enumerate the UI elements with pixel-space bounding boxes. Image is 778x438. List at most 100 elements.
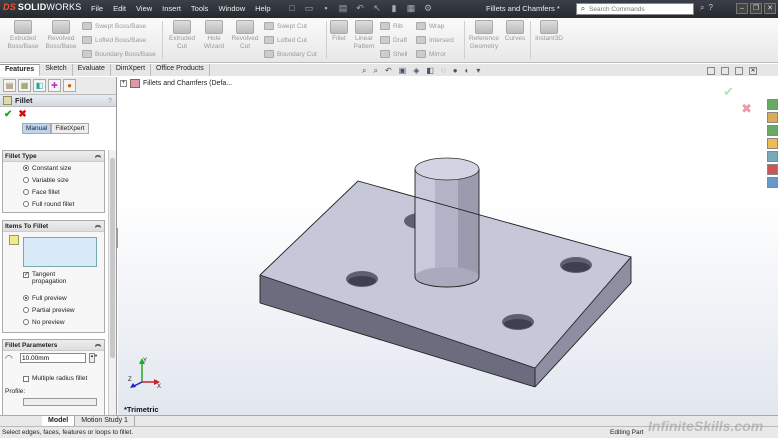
help-search-icon[interactable]: ⌕ — [700, 3, 704, 13]
items-selection-box[interactable] — [23, 237, 97, 267]
tab-dimxpert[interactable]: DimXpert — [111, 64, 152, 76]
model-3d[interactable] — [118, 77, 778, 415]
panel-scrollbar[interactable] — [108, 150, 116, 415]
radio-full-preview[interactable]: Full preview — [3, 292, 104, 304]
new-icon[interactable]: □ — [286, 3, 298, 14]
instant3d-button[interactable]: Instant3D — [532, 20, 566, 43]
display-manager-icon[interactable]: ● — [63, 79, 76, 92]
help-question-icon[interactable]: ? — [708, 3, 712, 13]
rib-button[interactable]: Rib — [380, 22, 403, 30]
collapse-icon[interactable]: ︽ — [94, 341, 102, 349]
design-library-icon[interactable] — [767, 112, 778, 123]
tab-evaluate[interactable]: Evaluate — [73, 64, 111, 76]
viewport-tile-icon[interactable] — [707, 67, 715, 75]
fillet-parameters-header[interactable]: Fillet Parameters ︽ — [3, 340, 104, 351]
file-properties-icon[interactable]: ▦ — [405, 3, 417, 14]
cancel-x-icon[interactable]: ✖ — [18, 109, 26, 120]
zoom-area-icon[interactable]: ⌕ — [373, 66, 377, 76]
collapse-icon[interactable]: ︽ — [94, 222, 102, 230]
menu-view[interactable]: View — [131, 3, 157, 14]
radio-full-round-fillet[interactable]: Full round fillet — [3, 198, 104, 210]
help-icon[interactable]: ? — [108, 96, 112, 105]
tab-motion-study[interactable]: Motion Study 1 — [75, 416, 135, 426]
tab-manual[interactable]: Manual — [22, 122, 52, 134]
tab-sketch[interactable]: Sketch — [40, 64, 73, 76]
undo-icon[interactable]: ↶ — [354, 3, 366, 14]
reference-geometry-button[interactable]: Reference Geometry — [467, 20, 501, 50]
feature-manager-icon[interactable]: ▤ — [3, 79, 16, 92]
search-commands[interactable]: ⌕ — [576, 3, 694, 15]
mirror-button[interactable]: Mirror — [416, 50, 446, 58]
hide-show-icon[interactable]: ◌ — [441, 66, 446, 76]
zoom-to-fit-icon[interactable]: ⌕ — [362, 66, 366, 76]
revolved-boss-button[interactable]: Revolved Boss/Base — [42, 20, 80, 50]
shell-button[interactable]: Shell — [380, 50, 407, 58]
dimxpert-manager-icon[interactable]: ✚ — [48, 79, 61, 92]
minimize-icon[interactable]: – — [736, 3, 748, 14]
menu-edit[interactable]: Edit — [108, 3, 131, 14]
radio-no-preview[interactable]: No preview — [3, 316, 104, 328]
edit-appearance-icon[interactable]: ● — [453, 66, 458, 76]
feature-tree-root[interactable]: + Fillets and Chamfers (Defa... — [120, 79, 232, 88]
multiple-radius-checkbox[interactable]: Multiple radius fillet — [3, 375, 104, 382]
file-explorer-icon[interactable] — [767, 125, 778, 136]
revolved-cut-button[interactable]: Revolved Cut — [229, 20, 261, 50]
viewport-close-icon[interactable]: ✕ — [749, 67, 757, 75]
select-icon[interactable]: ↖ — [371, 3, 383, 14]
menu-file[interactable]: File — [86, 3, 108, 14]
expand-icon[interactable]: + — [120, 80, 127, 87]
search-input[interactable] — [589, 5, 679, 13]
intersect-button[interactable]: Intersect — [416, 36, 454, 44]
profile-dropdown[interactable] — [23, 398, 97, 406]
previous-view-icon[interactable]: ↶ — [385, 66, 392, 76]
boundary-cut-button[interactable]: Boundary Cut — [264, 50, 317, 58]
swept-boss-button[interactable]: Swept Boss/Base — [82, 22, 146, 30]
radius-input[interactable] — [20, 353, 86, 363]
draft-button[interactable]: Draft — [380, 36, 407, 44]
view-palette-icon[interactable] — [767, 151, 778, 162]
lofted-cut-button[interactable]: Lofted Cut — [264, 36, 307, 44]
options-icon[interactable]: ⚙ — [422, 3, 434, 14]
items-to-fillet-header[interactable]: Items To Fillet ︽ — [3, 221, 104, 232]
graphics-area[interactable]: + Fillets and Chamfers (Defa... ✔ ✖ Y X … — [118, 77, 778, 415]
view-settings-icon[interactable]: ▾ — [476, 66, 480, 76]
menu-tools[interactable]: Tools — [186, 3, 214, 14]
radio-partial-preview[interactable]: Partial preview — [3, 304, 104, 316]
radio-constant-size[interactable]: Constant size — [3, 162, 104, 174]
extruded-boss-button[interactable]: Extruded Boss/Base — [4, 20, 42, 50]
ok-check-icon[interactable]: ✔ — [4, 109, 12, 120]
menu-help[interactable]: Help — [250, 3, 275, 14]
folder-icon[interactable] — [767, 138, 778, 149]
cylinder-top[interactable] — [414, 157, 480, 181]
linear-pattern-button[interactable]: Linear Pattern — [350, 20, 378, 50]
radio-face-fillet[interactable]: Face fillet — [3, 186, 104, 198]
extruded-cut-button[interactable]: Extruded Cut — [165, 20, 199, 50]
open-icon[interactable]: ▭ — [303, 3, 315, 14]
radio-variable-size[interactable]: Variable size — [3, 174, 104, 186]
display-style-icon[interactable]: ◧ — [426, 66, 434, 76]
menu-insert[interactable]: Insert — [157, 3, 186, 14]
wrap-button[interactable]: Wrap — [416, 22, 444, 30]
print-icon[interactable]: ▤ — [337, 3, 349, 14]
tab-filletxpert[interactable]: FilletXpert — [51, 122, 89, 134]
close-icon[interactable]: ✕ — [764, 3, 776, 14]
tab-features[interactable]: Features — [0, 64, 41, 76]
hole-wizard-button[interactable]: Hole Wizard — [199, 20, 229, 50]
viewport-restore-icon[interactable] — [735, 67, 743, 75]
viewport-minimize-icon[interactable] — [721, 67, 729, 75]
apply-scene-icon[interactable]: ◐ — [465, 66, 470, 76]
rebuild-icon[interactable]: ▮ — [388, 3, 400, 14]
configuration-manager-icon[interactable]: ◧ — [33, 79, 46, 92]
boundary-boss-button[interactable]: Boundary Boss/Base — [82, 50, 156, 58]
appearances-icon[interactable] — [767, 164, 778, 175]
confirm-cancel-icon[interactable]: ✖ — [741, 101, 752, 117]
view-orientation-icon[interactable]: ◈ — [413, 66, 419, 76]
curves-button[interactable]: Curves — [503, 20, 527, 43]
swept-cut-button[interactable]: Swept Cut — [264, 22, 307, 30]
menu-window[interactable]: Window — [213, 3, 250, 14]
radius-spinner[interactable]: ▲▼ — [89, 353, 98, 363]
section-view-icon[interactable]: ▣ — [399, 66, 407, 76]
tab-office-products[interactable]: Office Products — [151, 64, 210, 76]
restore-icon[interactable]: ❐ — [750, 3, 762, 14]
collapse-icon[interactable]: ︽ — [94, 152, 102, 160]
